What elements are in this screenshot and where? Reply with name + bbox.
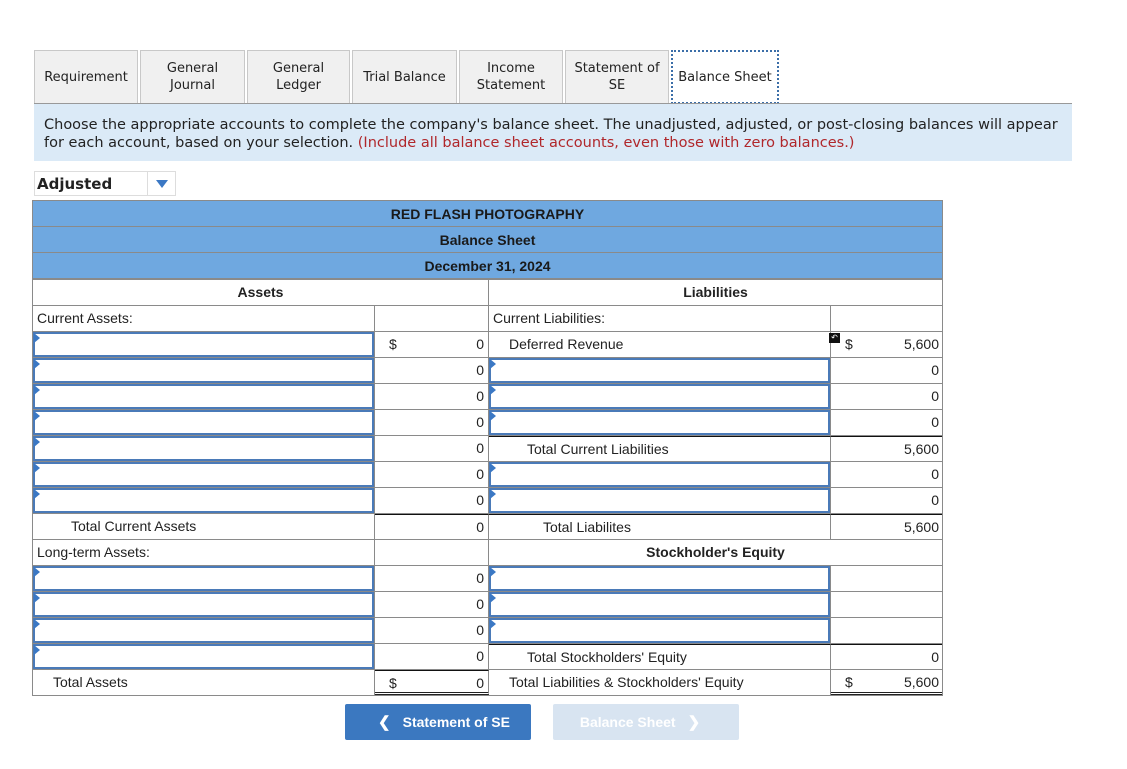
- assets-header: Assets: [33, 280, 489, 305]
- tab-bar: Requirement General Journal General Ledg…: [34, 50, 781, 104]
- current-asset-amount: 0: [476, 440, 484, 456]
- instructions-note: (Include all balance sheet accounts, eve…: [357, 135, 855, 151]
- total-liabilities-label: Total Liabilites: [489, 514, 831, 539]
- current-liability-amount: 0: [931, 414, 939, 430]
- chevron-down-icon[interactable]: [147, 172, 175, 195]
- currency-symbol: $: [389, 675, 397, 691]
- equity-account-input[interactable]: [489, 592, 830, 617]
- tab-balance-sheet[interactable]: Balance Sheet: [671, 50, 779, 104]
- statement-date: December 31, 2024: [32, 252, 943, 278]
- deferred-revenue-label: Deferred Revenue: [489, 332, 831, 357]
- equity-account-input[interactable]: [489, 618, 830, 643]
- tab-general-journal[interactable]: General Journal: [140, 50, 245, 103]
- total-current-assets-label: Total Current Assets: [33, 514, 375, 539]
- total-equity-amount: 0: [931, 649, 939, 665]
- current-asset-account-input[interactable]: [33, 488, 374, 513]
- current-asset-account-input[interactable]: [33, 436, 374, 461]
- long-term-asset-amount: 0: [476, 596, 484, 612]
- long-term-asset-account-input[interactable]: [33, 644, 374, 669]
- tab-requirement[interactable]: Requirement: [34, 50, 138, 103]
- current-liability-account-input[interactable]: [489, 358, 830, 383]
- total-current-liabilities-label: Total Current Liabilities: [489, 436, 831, 461]
- tab-trial-balance[interactable]: Trial Balance: [352, 50, 457, 103]
- total-assets-amount: 0: [476, 675, 484, 691]
- long-term-asset-amount: 0: [476, 622, 484, 638]
- tab-income-statement[interactable]: Income Statement: [459, 50, 563, 103]
- current-liability-account-input[interactable]: [489, 384, 830, 409]
- balance-type-dropdown[interactable]: Adjusted: [34, 171, 176, 196]
- prev-statement-of-se-button[interactable]: ❮ Statement of SE: [345, 704, 531, 740]
- current-asset-account-input[interactable]: [33, 332, 374, 357]
- current-asset-amount: 0: [476, 336, 484, 352]
- chevron-right-icon: ❯: [687, 714, 701, 731]
- liability-account-input[interactable]: [489, 488, 830, 513]
- next-button-label: Balance Sheet: [579, 714, 676, 730]
- long-term-asset-account-input[interactable]: [33, 592, 374, 617]
- deferred-revenue-amount: 5,600: [903, 336, 939, 352]
- total-current-liabilities-amount: 5,600: [903, 441, 939, 457]
- tab-statement-of-se[interactable]: Statement of SE: [565, 50, 669, 103]
- tab-label: Income Statement: [476, 61, 546, 93]
- current-asset-account-input[interactable]: [33, 410, 374, 435]
- long-term-asset-amount: 0: [476, 570, 484, 586]
- current-asset-amount: 0: [476, 388, 484, 404]
- company-name: RED FLASH PHOTOGRAPHY: [32, 200, 943, 226]
- currency-symbol: $: [389, 336, 397, 352]
- undo-icon[interactable]: ↶: [829, 333, 840, 343]
- tab-label: General Ledger: [272, 61, 325, 93]
- equity-header: Stockholder's Equity: [646, 544, 785, 560]
- chevron-left-icon: ❮: [378, 714, 391, 731]
- statement-title: Balance Sheet: [32, 226, 943, 252]
- total-liabilities-amount: 5,600: [903, 519, 939, 535]
- total-equity-label: Total Stockholders' Equity: [489, 644, 831, 669]
- total-current-assets-amount: 0: [476, 519, 484, 535]
- long-term-assets-label: Long-term Assets:: [33, 540, 375, 565]
- current-asset-account-input[interactable]: [33, 384, 374, 409]
- current-asset-amount: 0: [476, 466, 484, 482]
- next-balance-sheet-button[interactable]: Balance Sheet ❯: [553, 704, 739, 740]
- current-asset-amount: 0: [476, 414, 484, 430]
- long-term-asset-account-input[interactable]: [33, 618, 374, 643]
- currency-symbol: $: [845, 336, 853, 352]
- current-liability-amount: 0: [931, 388, 939, 404]
- tab-label: Trial Balance: [363, 69, 446, 85]
- current-liabilities-label: Current Liabilities:: [489, 306, 831, 331]
- current-assets-label: Current Assets:: [33, 306, 375, 331]
- tab-label: Requirement: [44, 69, 128, 85]
- tab-label: Statement of SE: [574, 61, 660, 93]
- balance-sheet-form: RED FLASH PHOTOGRAPHY Balance Sheet Dece…: [32, 200, 943, 696]
- current-liability-account-input[interactable]: [489, 410, 830, 435]
- total-liabilities-equity-amount: 5,600: [903, 674, 939, 690]
- liability-account-input[interactable]: [489, 462, 830, 487]
- tab-general-ledger[interactable]: General Ledger: [247, 50, 350, 103]
- tab-label: Balance Sheet: [678, 69, 772, 85]
- prev-button-label: Statement of SE: [402, 714, 510, 730]
- long-term-asset-amount: 0: [476, 648, 484, 664]
- current-asset-amount: 0: [476, 362, 484, 378]
- total-assets-label: Total Assets: [33, 670, 375, 695]
- currency-symbol: $: [845, 674, 853, 690]
- liability-amount: 0: [931, 466, 939, 482]
- liabilities-header: Liabilities: [683, 284, 748, 300]
- long-term-asset-account-input[interactable]: [33, 566, 374, 591]
- instructions-panel: Choose the appropriate accounts to compl…: [34, 104, 1072, 161]
- balance-type-value: Adjusted: [37, 174, 113, 193]
- current-asset-amount: 0: [476, 492, 484, 508]
- current-liability-amount: 0: [931, 362, 939, 378]
- current-asset-account-input[interactable]: [33, 462, 374, 487]
- current-asset-account-input[interactable]: [33, 358, 374, 383]
- liability-amount: 0: [931, 492, 939, 508]
- total-liabilities-equity-label: Total Liabilities & Stockholders' Equity: [489, 670, 831, 695]
- tab-label: General Journal: [166, 61, 219, 93]
- equity-account-input[interactable]: [489, 566, 830, 591]
